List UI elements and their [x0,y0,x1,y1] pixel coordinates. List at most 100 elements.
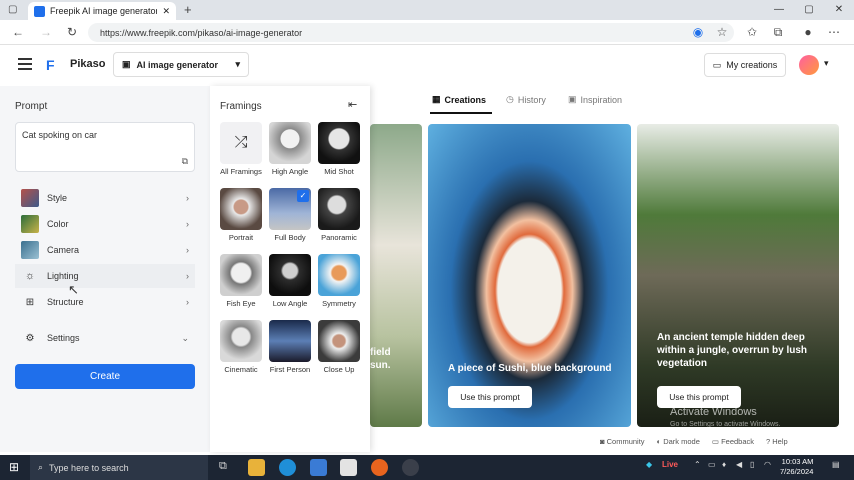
back-icon[interactable]: ← [10,24,26,40]
live-label[interactable]: Live [662,460,678,469]
framing-thumb [269,254,311,296]
grid-icon: ▦ [432,94,441,104]
framing-thumb: ✓ [269,188,311,230]
menu-row-color[interactable]: Color › [15,212,195,236]
volume-icon[interactable]: ◀ [736,460,742,469]
menu-row-camera[interactable]: Camera › [15,238,195,262]
menu-row-style[interactable]: Style › [15,186,195,210]
mail-icon[interactable] [340,459,357,476]
maximize-icon[interactable]: ▢ [800,2,818,18]
tab-actions-icon[interactable]: ▢ [8,4,17,15]
framings-title: Framings [220,101,262,112]
dark-mode-toggle[interactable]: ◐ Dark mode [657,437,700,446]
framing-symmetry[interactable]: Symmetry [318,254,360,308]
framing-close-up[interactable]: Close Up [318,320,360,374]
framing-all[interactable]: ⤮ All Framings [220,122,262,176]
use-prompt-button[interactable]: Use this prompt [657,386,741,408]
profile-icon[interactable]: ● [800,24,816,40]
notifications-icon[interactable]: ▤ [832,460,840,469]
collections-icon[interactable]: ⧉ [770,24,786,40]
menu-row-structure[interactable]: ⊞ Structure › [15,290,195,314]
battery-icon[interactable]: ▯ [750,460,754,469]
tab-label: History [517,94,546,105]
framing-thumb [318,188,360,230]
framing-thumb [269,122,311,164]
gallery-card[interactable]: field sun. [370,124,422,427]
clock[interactable]: 10:03 AM 7/26/2024 [780,457,813,477]
tray-chevron-icon[interactable]: ⌃ [694,460,701,469]
prompt-input[interactable]: Cat spoking on car ⧉ [15,122,195,172]
framing-low-angle[interactable]: Low Angle [269,254,311,308]
image-upload-icon[interactable]: ⧉ [182,156,188,167]
framing-label: Mid Shot [324,167,354,176]
framing-fish-eye[interactable]: Fish Eye [220,254,262,308]
framing-high-angle[interactable]: High Angle [269,122,311,176]
framing-first-person[interactable]: First Person [269,320,311,374]
edge-icon[interactable] [279,459,296,476]
search-placeholder: Type here to search [49,462,129,473]
help-link[interactable]: ? Help [766,437,788,446]
network-icon[interactable]: ▭ [708,460,716,469]
close-tab-icon[interactable]: ✕ [162,6,170,17]
my-creations-label: My creations [726,60,778,70]
create-button[interactable]: Create [15,364,195,389]
browser-tab[interactable]: Freepik AI image generator - Fre ✕ [28,2,176,20]
weather-icon[interactable]: ◆ [646,460,652,469]
main-tabs: ▦ Creations ◷ History ▣ Inspiration [370,86,854,116]
close-window-icon[interactable]: ✕ [830,2,848,18]
favorite-icon[interactable]: ☆ [714,24,730,40]
brand-name[interactable]: Pikaso [70,58,105,70]
app-icon[interactable] [402,459,419,476]
favicon-icon [34,5,45,17]
framing-portrait[interactable]: Portrait [220,188,262,242]
store-icon[interactable] [310,459,327,476]
settings-row[interactable]: ⚙ Settings ⌄ [15,326,195,350]
avatar[interactable] [799,55,819,75]
framing-mid-shot[interactable]: Mid Shot [318,122,360,176]
task-view-icon[interactable]: ⧉ [219,460,227,473]
tab-creations[interactable]: ▦ Creations [432,94,486,105]
refresh-icon[interactable]: ↻ [64,24,80,40]
gallery-card-temple[interactable]: An ancient temple hidden deep within a j… [637,124,839,427]
tool-selector-label: AI image generator [136,59,219,70]
windows-start-icon[interactable]: ⊞ [9,460,19,474]
avatar-chevron-icon[interactable]: ▾ [824,58,829,69]
taskbar-search[interactable]: ⌕ Type here to search [30,455,208,480]
framing-full-body[interactable]: ✓ Full Body [269,188,311,242]
collapse-panel-icon[interactable]: ⇤ [348,98,357,111]
tool-selector[interactable]: ▣ AI image generator ▾ [113,52,249,77]
wifi-icon[interactable]: ◠ [764,460,771,469]
menu-row-lighting[interactable]: ☼ Lighting › [15,264,195,288]
freepik-logo-icon[interactable]: F [46,58,58,72]
favorites-list-icon[interactable]: ✩ [744,24,760,40]
forward-icon[interactable]: → [38,24,54,40]
use-prompt-button[interactable]: Use this prompt [448,386,532,408]
shuffle-icon: ⤮ [220,122,262,164]
tab-inspiration[interactable]: ▣ Inspiration [568,94,622,105]
gallery-card-sushi[interactable]: A piece of Sushi, blue background Use th… [428,124,631,427]
framing-label: Low Angle [272,299,308,308]
moon-icon: ◐ [656,436,662,446]
menu-icon[interactable] [18,58,32,70]
microphone-icon[interactable]: ♦ [722,460,726,469]
tab-history[interactable]: ◷ History [506,94,546,105]
extension-icon[interactable]: ◉ [690,24,706,40]
folder-icon: ▭ [712,59,722,70]
new-tab-icon[interactable]: + [184,2,192,17]
minimize-icon[interactable]: — [770,2,788,18]
tab-label: Inspiration [580,94,623,105]
framing-panoramic[interactable]: Panoramic [318,188,360,242]
more-icon[interactable]: ⋯ [826,24,842,40]
framing-cinematic[interactable]: Cinematic [220,320,262,374]
feedback-link[interactable]: ▭ Feedback [712,437,754,446]
framing-label: Close Up [323,365,355,374]
menu-row-label: Lighting [47,271,79,281]
address-bar[interactable]: https://www.freepik.com/pikaso/ai-image-… [88,23,734,42]
search-icon: ⌕ [38,462,44,472]
firefox-icon[interactable] [371,459,388,476]
active-tab-underline [430,112,492,114]
chevron-right-icon: › [186,271,189,281]
file-explorer-icon[interactable] [248,459,265,476]
community-link[interactable]: ◙ Community [600,437,645,446]
my-creations-button[interactable]: ▭ My creations [704,53,786,77]
